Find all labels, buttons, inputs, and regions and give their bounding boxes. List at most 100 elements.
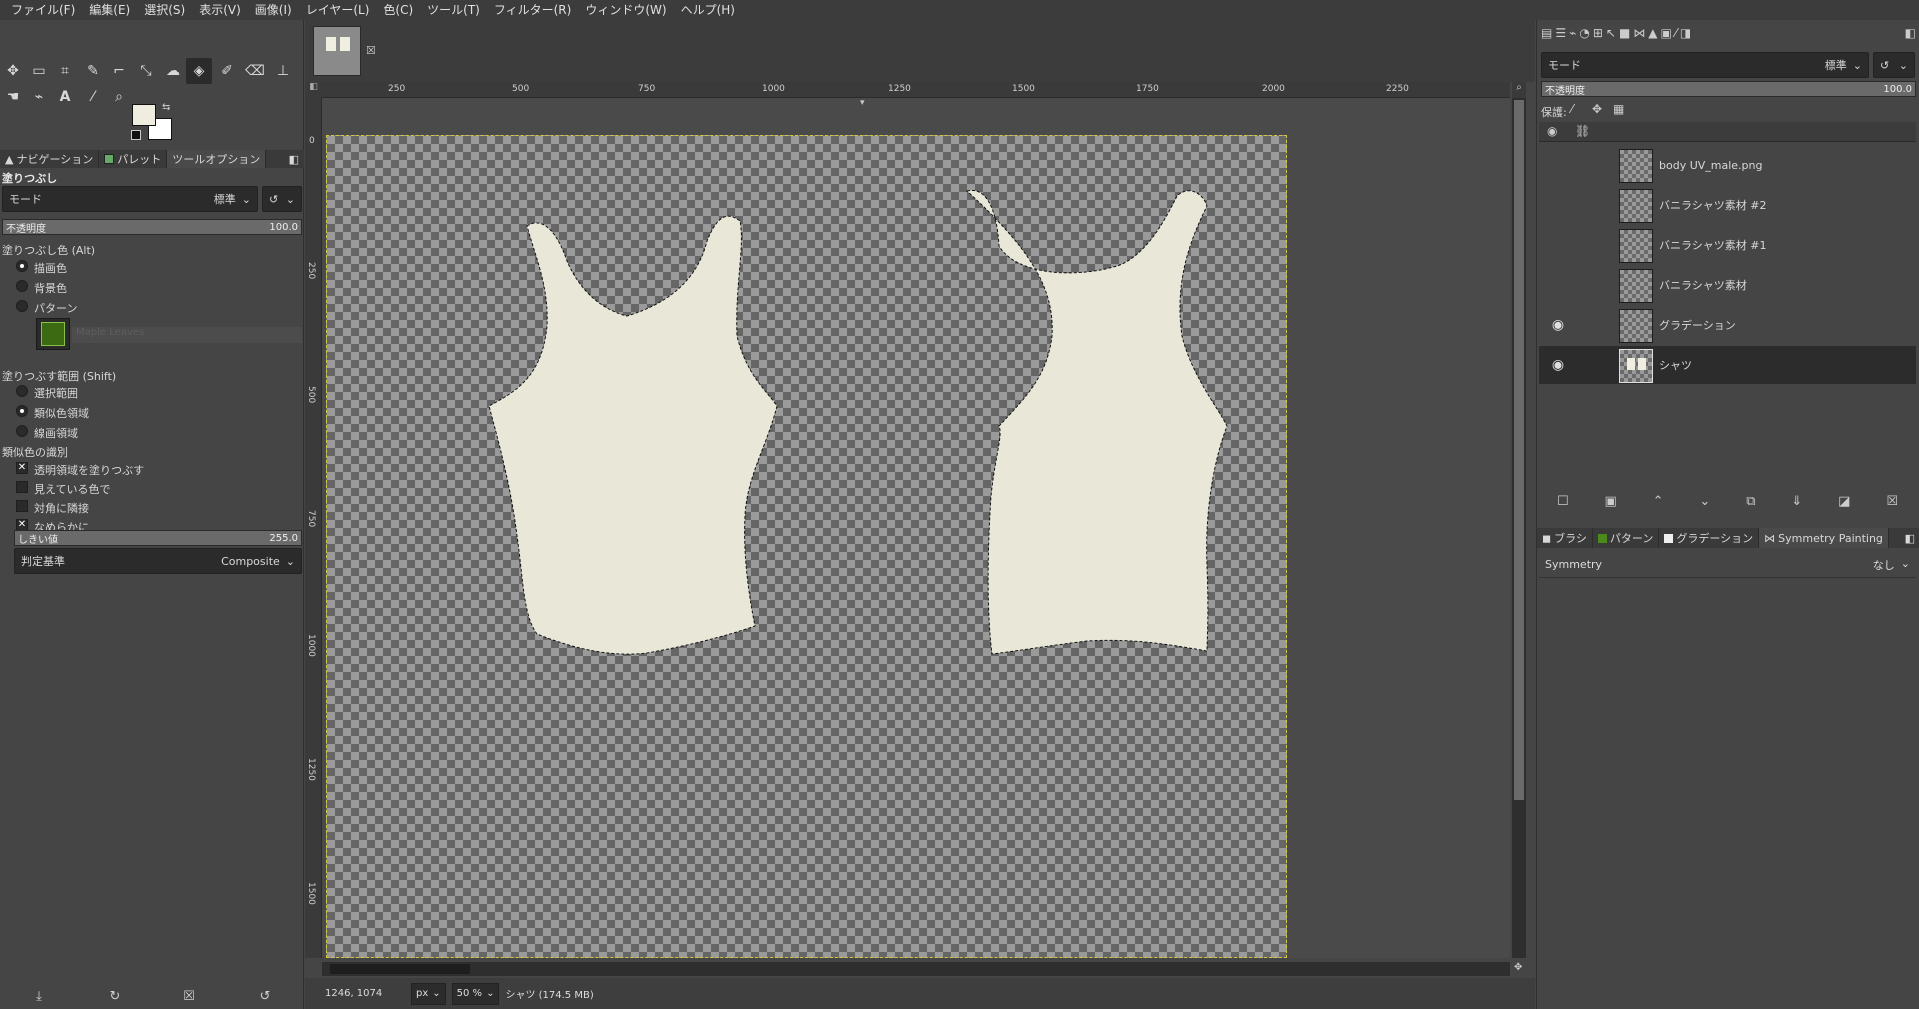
- undo-history-tab-icon[interactable]: ⋈: [1633, 26, 1645, 46]
- close-image-icon[interactable]: ☒: [366, 44, 376, 57]
- image-canvas[interactable]: [326, 135, 1287, 958]
- menu-file[interactable]: ファイル(F): [4, 0, 82, 20]
- layer-row[interactable]: body UV_male.png: [1539, 146, 1916, 184]
- menu-layer[interactable]: レイヤー(L): [299, 0, 377, 20]
- raise-layer-icon[interactable]: ⌃: [1653, 494, 1664, 509]
- sample-merged-checkbox[interactable]: [16, 481, 28, 493]
- mode-reset-button[interactable]: ↺ ⌄: [262, 186, 302, 212]
- duplicate-layer-icon[interactable]: ⧉: [1746, 494, 1755, 509]
- rect-select-icon[interactable]: ▭: [26, 58, 52, 84]
- eye-icon[interactable]: ◉: [1547, 356, 1569, 374]
- paths-icon[interactable]: ⌁: [26, 84, 52, 110]
- lock-alpha-icon[interactable]: ▦: [1613, 102, 1624, 116]
- clone-icon[interactable]: ⊥: [270, 58, 296, 84]
- reset-options-icon[interactable]: ↺: [254, 986, 276, 1006]
- lower-layer-icon[interactable]: ⌄: [1699, 494, 1710, 509]
- tab-brushes[interactable]: ◼ ブラシ: [1537, 528, 1593, 548]
- tab-gradients[interactable]: グラデーション: [1659, 528, 1760, 548]
- unit-combo[interactable]: px ⌄: [411, 982, 446, 1005]
- free-select-icon[interactable]: ⌗: [52, 58, 78, 84]
- colormap-tab-icon[interactable]: ◔: [1579, 26, 1589, 46]
- symmetry-combo[interactable]: Symmetry なし ⌄: [1539, 552, 1916, 578]
- save-preset-icon[interactable]: ⤓: [28, 986, 50, 1006]
- menu-view[interactable]: 表示(V): [192, 0, 248, 20]
- navigate-icon[interactable]: ✥: [1514, 962, 1526, 976]
- threshold-spin[interactable]: しきい値 255.0: [14, 530, 302, 546]
- vertical-scrollbar[interactable]: [1512, 98, 1526, 958]
- tab-patterns[interactable]: パターン: [1593, 528, 1660, 548]
- swap-colors-icon[interactable]: ⇆: [162, 102, 170, 113]
- area-similar-radio[interactable]: [16, 405, 28, 417]
- menu-help[interactable]: ヘルプ(H): [674, 0, 742, 20]
- transform-icon[interactable]: ⤡: [133, 58, 159, 84]
- layer-row-selected[interactable]: ◉ シャツ: [1539, 346, 1916, 384]
- menu-image[interactable]: 画像(I): [248, 0, 299, 20]
- foreground-color-swatch[interactable]: [132, 104, 156, 126]
- menu-select[interactable]: 選択(S): [137, 0, 192, 20]
- bucket-fill-icon[interactable]: ◈: [186, 58, 212, 84]
- tab-navigation[interactable]: ▲ ナビゲーション: [0, 150, 100, 168]
- layer-row[interactable]: バニラシャツ素材 #1: [1539, 226, 1916, 264]
- eye-icon[interactable]: ◉: [1547, 316, 1569, 334]
- lock-position-icon[interactable]: ✥: [1592, 102, 1602, 116]
- levels-tab-icon[interactable]: ▲: [1648, 26, 1657, 46]
- new-layer-icon[interactable]: ☐: [1557, 494, 1569, 509]
- zoom-fit-icon[interactable]: ⌕: [1512, 82, 1526, 98]
- color-picker-icon[interactable]: ⁄: [80, 84, 106, 110]
- crop-icon[interactable]: ⌐: [106, 58, 132, 84]
- tab-tool-options[interactable]: ツールオプション: [167, 150, 267, 168]
- dock-menu-icon[interactable]: ◧: [1905, 26, 1919, 46]
- templates-tab-icon[interactable]: ◨: [1680, 26, 1691, 46]
- eraser-icon[interactable]: ⌫: [242, 58, 268, 84]
- restore-preset-icon[interactable]: ↻: [104, 986, 126, 1006]
- layer-row[interactable]: バニラシャツ素材: [1539, 266, 1916, 304]
- layer-mask-icon[interactable]: ◪: [1838, 494, 1850, 509]
- paths-tab-icon[interactable]: ⌁: [1569, 26, 1576, 46]
- area-lineart-radio[interactable]: [16, 425, 28, 437]
- mode-combo[interactable]: モード 標準 ⌄: [2, 186, 258, 212]
- merge-down-icon[interactable]: ⇓: [1791, 494, 1802, 509]
- pointer-tab-icon[interactable]: ↖: [1606, 26, 1616, 46]
- lock-pixels-icon[interactable]: ⁄: [1571, 102, 1573, 116]
- zoom-icon[interactable]: ⌕: [106, 84, 132, 110]
- delete-layer-icon[interactable]: ☒: [1886, 494, 1898, 509]
- paintbrush-icon[interactable]: ✐: [214, 58, 240, 84]
- menu-tools[interactable]: ツール(T): [420, 0, 487, 20]
- new-layer-group-icon[interactable]: ▣: [1604, 494, 1616, 509]
- channels-tab-icon[interactable]: ☰: [1555, 26, 1566, 46]
- delete-preset-icon[interactable]: ☒: [178, 986, 200, 1006]
- horizontal-scrollbar[interactable]: [322, 962, 1510, 976]
- fill-bg-radio[interactable]: [16, 280, 28, 292]
- fill-transparent-checkbox[interactable]: ✕: [16, 462, 28, 474]
- horizontal-scroll-thumb[interactable]: [330, 964, 470, 974]
- canvas-viewport[interactable]: ▾: [322, 98, 1510, 958]
- histogram-tab-icon[interactable]: ⊞: [1593, 26, 1603, 46]
- area-selection-radio[interactable]: [16, 385, 28, 397]
- quick-mask-icon[interactable]: ◧: [305, 82, 322, 98]
- text-icon[interactable]: A: [52, 84, 78, 110]
- menu-windows[interactable]: ウィンドウ(W): [578, 0, 673, 20]
- move-icon[interactable]: ✥: [0, 58, 26, 84]
- menu-edit[interactable]: 編集(E): [82, 0, 137, 20]
- diagonal-neighbors-checkbox[interactable]: [16, 500, 28, 512]
- fuzzy-select-icon[interactable]: ✎: [80, 58, 106, 84]
- zoom-combo[interactable]: 50 % ⌄: [451, 982, 500, 1005]
- dock-menu-icon[interactable]: ◧: [1900, 528, 1919, 548]
- pattern-preview-button[interactable]: [36, 318, 70, 350]
- smudge-icon[interactable]: ☚: [0, 84, 26, 110]
- layers-tab-icon[interactable]: ▤: [1541, 26, 1552, 46]
- vertical-scroll-thumb[interactable]: [1514, 100, 1524, 800]
- criterion-combo[interactable]: 判定基準 Composite ⌄: [14, 548, 302, 574]
- default-colors-icon[interactable]: [131, 130, 141, 140]
- tab-palettes[interactable]: パレット: [99, 150, 168, 168]
- layer-row[interactable]: ◉ グラデーション: [1539, 306, 1916, 344]
- menu-color[interactable]: 色(C): [376, 0, 420, 20]
- layer-row[interactable]: バニラシャツ素材 #2: [1539, 186, 1916, 224]
- layer-mode-combo[interactable]: モード 標準 ⌄: [1541, 52, 1869, 78]
- brush-tab-icon[interactable]: ⁄: [1675, 26, 1677, 46]
- dock-menu-icon[interactable]: ◧: [284, 150, 304, 168]
- device-status-tab-icon[interactable]: ▣: [1661, 26, 1672, 46]
- tab-symmetry-painting[interactable]: ⋈ Symmetry Painting: [1759, 528, 1889, 548]
- image-tab-thumbnail[interactable]: [313, 26, 361, 76]
- menu-filters[interactable]: フィルター(R): [487, 0, 578, 20]
